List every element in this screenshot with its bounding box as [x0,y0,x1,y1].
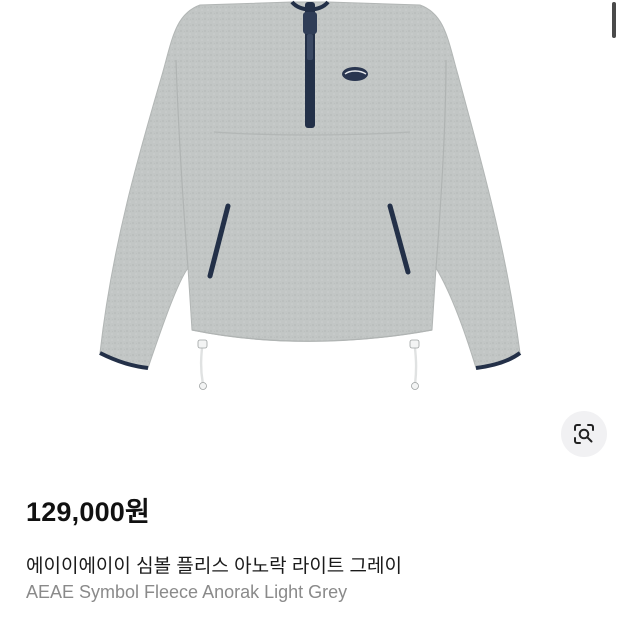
lens-search-button[interactable] [561,411,607,457]
lens-search-icon [574,424,594,444]
product-name-korean: 에이이에이이 심볼 플리스 아노락 라이트 그레이 [26,556,402,577]
product-price: 129,000원 [26,497,151,527]
product-name-english: AEAE Symbol Fleece Anorak Light Grey [26,582,348,602]
scroll-indicator[interactable] [612,2,616,38]
fleece-anorak-illustration [99,0,522,390]
product-image[interactable] [0,0,620,470]
